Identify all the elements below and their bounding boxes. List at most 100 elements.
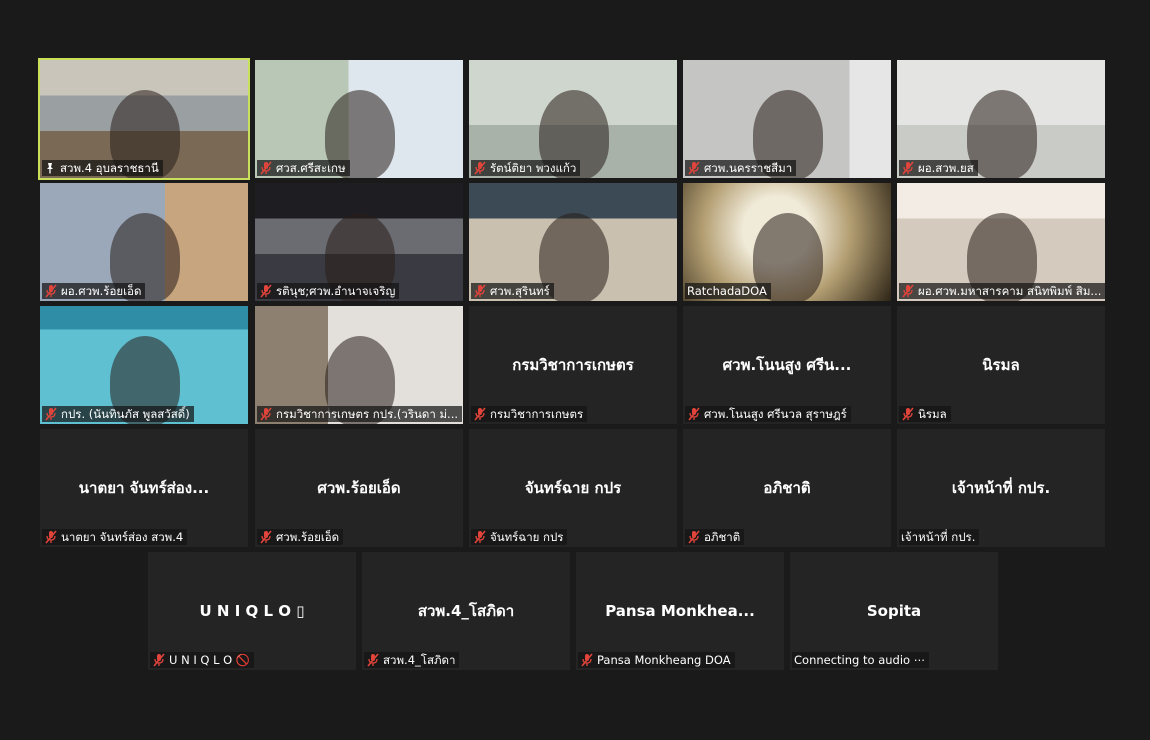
participant-name-label: ผอ.ศวพ.มหาสารคาม สนิทพิมพ์ สิม... — [899, 283, 1105, 299]
mic-muted-icon — [44, 407, 58, 421]
participant-tile[interactable]: ศวพ.นครราชสีมา — [683, 60, 891, 178]
participant-name: Connecting to audio ⋯ — [794, 653, 926, 667]
participant-name-label: ศวพ.นครราชสีมา — [685, 160, 797, 176]
participant-tile[interactable]: กรมวิชาการเกษตร กรมวิชาการเกษตร — [469, 306, 677, 424]
participant-name-label: ศวพ.ร้อยเอ็ด — [257, 529, 344, 545]
participant-name-label: รัตน์ติยา พวงแก้ว — [471, 160, 581, 176]
participant-tile[interactable]: ผอ.สวพ.ยส — [897, 60, 1105, 178]
participant-name-label: จันทร์ฉาย กปร — [471, 529, 568, 545]
participant-display-name: U N I Q L O ▯ — [199, 602, 305, 620]
mic-muted-icon — [687, 407, 701, 421]
participant-tile[interactable]: Pansa Monkhea... Pansa Monkheang DOA — [576, 552, 784, 670]
participant-name: ผอ.สวพ.ยส — [918, 161, 974, 175]
mic-muted-icon — [687, 530, 701, 544]
participant-display-name: นาตยา จันทร์ส่อง... — [78, 479, 210, 497]
participant-display-name: นิรมล — [982, 356, 1020, 374]
participant-tile[interactable]: จันทร์ฉาย กปร จันทร์ฉาย กปร — [469, 429, 677, 547]
participant-tile[interactable]: ศวพ.โนนสูง ศรีน... ศวพ.โนนสูง ศรีนวล สุรา… — [683, 306, 891, 424]
participant-name: ผอ.ศวพ.มหาสารคาม สนิทพิมพ์ สิม... — [918, 284, 1102, 298]
participant-name-label: สวพ.4 อุบลราชธานี — [42, 160, 163, 176]
participant-name-label: ศวพ.โนนสูง ศรีนวล สุราษฎร์ — [685, 406, 851, 422]
mic-muted-icon — [901, 161, 915, 175]
mic-muted-icon — [259, 530, 273, 544]
mic-muted-icon — [44, 284, 58, 298]
participant-display-name: จันทร์ฉาย กปร — [524, 479, 622, 497]
participant-display-name: Sopita — [866, 602, 922, 620]
participant-name-label: RatchadaDOA — [685, 283, 771, 299]
participant-name-label: Connecting to audio ⋯ — [792, 652, 930, 668]
mic-muted-icon — [152, 653, 166, 667]
participant-name-label: สวพ.4_โสภิดา — [364, 652, 460, 668]
participant-name: กปร. (นันทินภัส พูลสวัสดิ์) — [61, 407, 190, 421]
participant-name-label: ผอ.ศวพ.ร้อยเอ็ด — [42, 283, 146, 299]
participant-name: ศวพ.นครราชสีมา — [704, 161, 793, 175]
participant-tile[interactable]: ศวส.ศรีสะเกษ — [255, 60, 463, 178]
participant-name: เจ้าหน้าที่ กปร. — [901, 530, 976, 544]
participant-tile[interactable]: ศวพ.ร้อยเอ็ด ศวพ.ร้อยเอ็ด — [255, 429, 463, 547]
mic-muted-icon — [473, 161, 487, 175]
mic-muted-icon — [687, 161, 701, 175]
participant-name: รตินุช;ศวพ.อำนาจเจริญ — [276, 284, 396, 298]
participant-tile[interactable]: นิรมล นิรมล — [897, 306, 1105, 424]
participant-tile[interactable]: นาตยา จันทร์ส่อง... นาตยา จันทร์ส่อง สวพ.… — [40, 429, 248, 547]
participant-tile[interactable]: อภิชาติ อภิชาติ — [683, 429, 891, 547]
participant-tile[interactable]: RatchadaDOA — [683, 183, 891, 301]
participant-display-name: Pansa Monkhea... — [605, 602, 755, 620]
participant-name: U N I Q L O 🚫 — [169, 653, 251, 667]
mic-muted-icon — [473, 407, 487, 421]
participant-tile[interactable]: สวพ.4 อุบลราชธานี — [38, 58, 250, 180]
participant-tile[interactable]: รัตน์ติยา พวงแก้ว — [469, 60, 677, 178]
participant-name-label: กปร. (นันทินภัส พูลสวัสดิ์) — [42, 406, 194, 422]
participant-name: รัตน์ติยา พวงแก้ว — [490, 161, 577, 175]
mic-muted-icon — [259, 284, 273, 298]
participant-tile[interactable]: ศวพ.สุรินทร์ — [469, 183, 677, 301]
participant-name: นาตยา จันทร์ส่อง สวพ.4 — [61, 530, 184, 544]
participant-display-name: ศวพ.ร้อยเอ็ด — [317, 479, 401, 497]
participant-name: กรมวิชาการเกษตร — [490, 407, 584, 421]
participant-display-name: กรมวิชาการเกษตร — [512, 356, 634, 374]
pin-icon[interactable] — [44, 162, 56, 174]
participant-name: นิรมล — [918, 407, 947, 421]
participant-display-name: อภิชาติ — [763, 479, 811, 497]
participant-tile[interactable]: ผอ.ศวพ.ร้อยเอ็ด — [40, 183, 248, 301]
mic-muted-icon — [366, 653, 380, 667]
participant-name-label: ผอ.สวพ.ยส — [899, 160, 978, 176]
participant-display-name: ศวพ.โนนสูง ศรีน... — [722, 356, 852, 374]
participant-name-label: นิรมล — [899, 406, 951, 422]
participant-name: ศวพ.สุรินทร์ — [490, 284, 550, 298]
participant-tile[interactable]: สวพ.4_โสภิดา สวพ.4_โสภิดา — [362, 552, 570, 670]
participant-tile[interactable]: รตินุช;ศวพ.อำนาจเจริญ — [255, 183, 463, 301]
participant-name: ศวพ.ร้อยเอ็ด — [276, 530, 340, 544]
participant-name: ผอ.ศวพ.ร้อยเอ็ด — [61, 284, 142, 298]
mic-muted-icon — [901, 407, 915, 421]
participant-tile[interactable]: เจ้าหน้าที่ กปร. เจ้าหน้าที่ กปร. — [897, 429, 1105, 547]
mic-muted-icon — [901, 284, 915, 298]
mic-muted-icon — [473, 530, 487, 544]
participant-name-label: กรมวิชาการเกษตร กปร.(วรินดา ม่... — [257, 406, 463, 422]
mic-muted-icon — [44, 530, 58, 544]
participant-tile[interactable]: ผอ.ศวพ.มหาสารคาม สนิทพิมพ์ สิม... — [897, 183, 1105, 301]
participant-tile[interactable]: Sopita Connecting to audio ⋯ — [790, 552, 998, 670]
mic-muted-icon — [259, 407, 273, 421]
participant-tile[interactable]: U N I Q L O ▯ U N I Q L O 🚫 — [148, 552, 356, 670]
participant-tile[interactable]: กรมวิชาการเกษตร กปร.(วรินดา ม่... — [255, 306, 463, 424]
participant-name-label: เจ้าหน้าที่ กปร. — [899, 529, 980, 545]
mic-muted-icon — [473, 284, 487, 298]
participant-name: ศวพ.โนนสูง ศรีนวล สุราษฎร์ — [704, 407, 847, 421]
participant-tile[interactable]: กปร. (นันทินภัส พูลสวัสดิ์) — [40, 306, 248, 424]
participant-name: จันทร์ฉาย กปร — [490, 530, 564, 544]
participant-name-label: รตินุช;ศวพ.อำนาจเจริญ — [257, 283, 400, 299]
participant-display-name: เจ้าหน้าที่ กปร. — [951, 479, 1051, 497]
participant-display-name: สวพ.4_โสภิดา — [417, 602, 515, 620]
participant-name-label: กรมวิชาการเกษตร — [471, 406, 588, 422]
participant-name: ศวส.ศรีสะเกษ — [276, 161, 346, 175]
participant-name: กรมวิชาการเกษตร กปร.(วรินดา ม่... — [276, 407, 459, 421]
participant-name: สวพ.4_โสภิดา — [383, 653, 456, 667]
mic-muted-icon — [580, 653, 594, 667]
participant-name-label: ศวส.ศรีสะเกษ — [257, 160, 350, 176]
participant-name-label: Pansa Monkheang DOA — [578, 652, 735, 668]
participant-name: RatchadaDOA — [687, 284, 767, 298]
participant-name: อภิชาติ — [704, 530, 741, 544]
participant-name-label: ศวพ.สุรินทร์ — [471, 283, 554, 299]
participant-name: สวพ.4 อุบลราชธานี — [60, 161, 159, 175]
